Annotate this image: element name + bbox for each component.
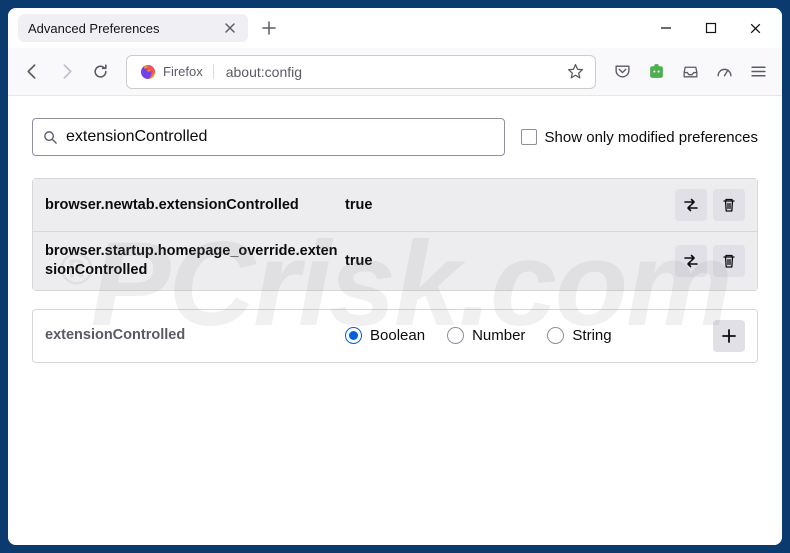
inbox-icon[interactable] (674, 56, 706, 88)
url-text: about:config (226, 64, 555, 80)
pref-name: browser.newtab.extensionControlled (45, 196, 345, 215)
delete-button[interactable] (713, 189, 745, 221)
checkbox-icon (521, 129, 537, 145)
window-controls (643, 10, 778, 46)
forward-button[interactable] (50, 56, 82, 88)
add-pref-button[interactable] (713, 320, 745, 352)
back-button[interactable] (16, 56, 48, 88)
url-bar[interactable]: Firefox about:config (126, 55, 596, 89)
maximize-button[interactable] (688, 10, 733, 46)
toggle-button[interactable] (675, 245, 707, 277)
type-radio-group: Boolean Number String (345, 327, 713, 344)
delete-button[interactable] (713, 245, 745, 277)
search-icon (43, 130, 58, 145)
toggle-button[interactable] (675, 189, 707, 221)
config-page: Show only modified preferences browser.n… (8, 96, 782, 545)
pref-results: browser.newtab.extensionControlled true … (32, 178, 758, 291)
identity-label: Firefox (163, 64, 214, 79)
type-radio-string[interactable]: String (547, 327, 611, 344)
pref-name: browser.startup.homepage_override.extens… (45, 242, 345, 280)
browser-tab[interactable]: Advanced Preferences (18, 14, 248, 42)
close-window-button[interactable] (733, 10, 778, 46)
show-modified-checkbox[interactable]: Show only modified preferences (521, 129, 758, 146)
pref-value: true (345, 197, 675, 213)
radio-icon (345, 327, 362, 344)
bookmark-star-icon[interactable] (561, 63, 589, 80)
dashboard-icon[interactable] (708, 56, 740, 88)
new-tab-button[interactable] (254, 13, 284, 43)
pref-value: true (345, 253, 675, 269)
pref-search-input[interactable] (66, 128, 494, 146)
show-modified-label: Show only modified preferences (545, 129, 758, 146)
radio-icon (447, 327, 464, 344)
titlebar: Advanced Preferences (8, 8, 782, 48)
firefox-logo-icon (139, 63, 157, 81)
new-pref-name: extensionControlled (45, 326, 345, 345)
radio-icon (547, 327, 564, 344)
close-tab-icon[interactable] (222, 20, 238, 36)
type-radio-number[interactable]: Number (447, 327, 525, 344)
pref-search-box[interactable] (32, 118, 505, 156)
minimize-button[interactable] (643, 10, 688, 46)
identity-box[interactable]: Firefox (133, 61, 220, 83)
type-radio-boolean[interactable]: Boolean (345, 327, 425, 344)
pocket-icon[interactable] (606, 56, 638, 88)
pref-row[interactable]: browser.startup.homepage_override.extens… (33, 231, 757, 290)
new-pref-row: extensionControlled Boolean Number Strin… (32, 309, 758, 363)
nav-toolbar: Firefox about:config (8, 48, 782, 96)
tab-title: Advanced Preferences (28, 21, 214, 36)
app-menu-icon[interactable] (742, 56, 774, 88)
reload-button[interactable] (84, 56, 116, 88)
pref-row[interactable]: browser.newtab.extensionControlled true (33, 179, 757, 231)
extension-icon[interactable] (640, 56, 672, 88)
